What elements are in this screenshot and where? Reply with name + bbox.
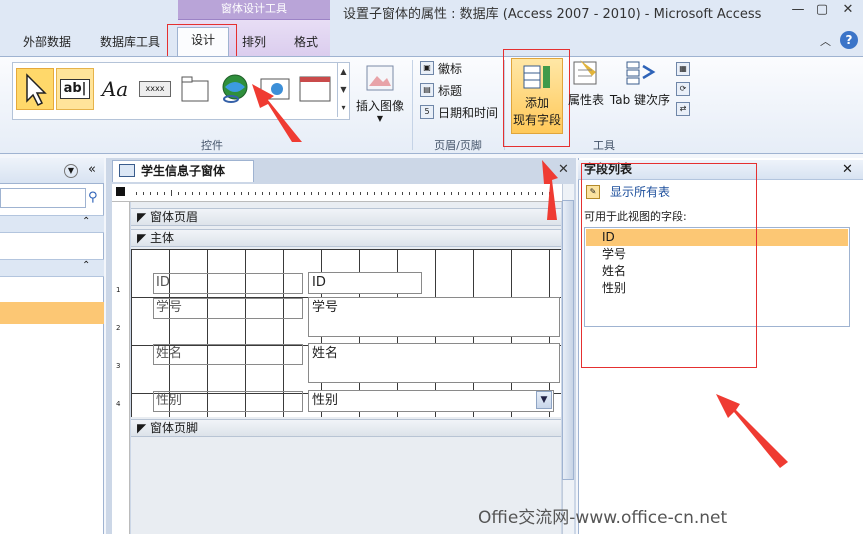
arrow-icon <box>542 160 558 220</box>
watermark: Offie交流网-www.office-cn.net <box>478 508 728 528</box>
annotation-arrows <box>252 84 788 468</box>
arrow-icon <box>252 84 302 142</box>
arrow-icon <box>716 394 788 468</box>
